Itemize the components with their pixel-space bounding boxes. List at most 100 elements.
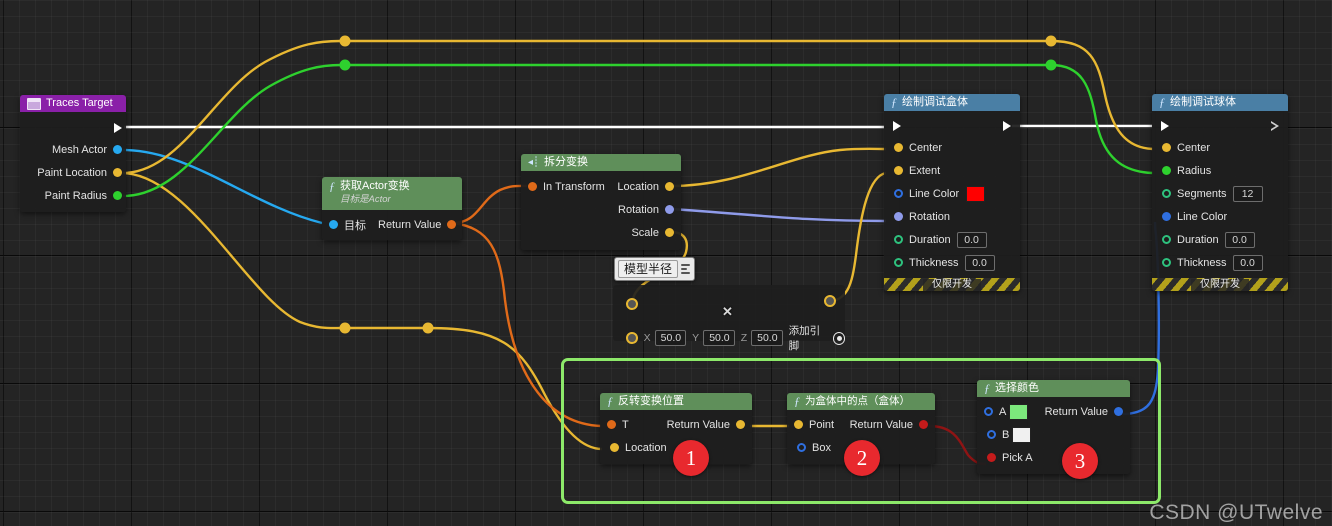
node-get-actor-transform[interactable]: ƒ 获取Actor变换 目标是Actor 目标 Return Value [322, 177, 462, 240]
pin-t[interactable] [607, 420, 616, 429]
pin-row-extent[interactable]: Extent [884, 159, 1020, 182]
value-duration[interactable]: 0.0 [956, 231, 987, 248]
value-line-color-swatch[interactable] [966, 185, 986, 202]
exec-output-row[interactable] [20, 118, 126, 138]
pin-row-paint-radius[interactable]: Paint Radius [20, 184, 126, 207]
node-title-bar: ƒ 选择颜色 [977, 380, 1130, 397]
pin-center[interactable] [1162, 143, 1171, 152]
pin-return-value[interactable] [919, 420, 928, 429]
pin-radius[interactable] [1162, 166, 1171, 175]
reroute-knot-paint-location-top-left[interactable] [339, 35, 351, 47]
pin-segments[interactable] [1162, 189, 1171, 198]
pin-row-duration[interactable]: Duration 0.0 [884, 228, 1020, 251]
pin-duration[interactable] [894, 235, 903, 244]
exec-out-icon[interactable] [1271, 121, 1279, 131]
pin-pick-a[interactable] [987, 453, 996, 462]
pin-thickness[interactable] [894, 258, 903, 267]
pin-rotation[interactable] [894, 212, 903, 221]
pin-in-transform[interactable] [528, 182, 537, 191]
exec-row[interactable] [1152, 116, 1288, 136]
pin-label-a: A [999, 405, 1007, 418]
pin-row-segments[interactable]: Segments 12 [1152, 182, 1288, 205]
value-duration[interactable]: 0.0 [1224, 231, 1255, 248]
pin-point[interactable] [794, 420, 803, 429]
node-draw-debug-box[interactable]: ƒ 绘制调试盒体 Center Extent Line Color Rotati… [884, 94, 1020, 291]
pin-b[interactable] [987, 430, 996, 439]
pin-location[interactable] [665, 182, 674, 191]
pin-row-center[interactable]: Center [1152, 136, 1288, 159]
value-segments[interactable]: 12 [1232, 185, 1263, 202]
pin-line-color[interactable] [894, 189, 903, 198]
node-select-color[interactable]: ƒ 选择颜色 A Return Value B Pick A [977, 380, 1130, 474]
pin-center[interactable] [894, 143, 903, 152]
pin-line-color[interactable] [1162, 212, 1171, 221]
pin-row-target-and-return[interactable]: 目标 Return Value [322, 213, 462, 236]
pin-row-line-color[interactable]: Line Color [1152, 205, 1288, 228]
exec-out-icon[interactable] [114, 123, 122, 133]
pin-make-vector-bottom[interactable] [626, 332, 638, 344]
pin-location[interactable] [610, 443, 619, 452]
pin-row-paint-location[interactable]: Paint Location [20, 161, 126, 184]
pin-row-t-and-return[interactable]: T Return Value [600, 413, 752, 436]
node-draw-debug-sphere[interactable]: ƒ 绘制调试球体 Center Radius Segments 12 Line … [1152, 94, 1288, 291]
value-thickness[interactable]: 0.0 [1232, 254, 1263, 271]
pin-row-thickness[interactable]: Thickness 0.0 [1152, 251, 1288, 274]
pin-row-rotation[interactable]: Rotation [521, 198, 681, 221]
pin-mesh-actor[interactable] [113, 145, 122, 154]
pin-row-center[interactable]: Center [884, 136, 1020, 159]
reroute-knot-paint-location-top-right[interactable] [1045, 35, 1057, 47]
pin-return-value[interactable] [736, 420, 745, 429]
exec-in-icon[interactable] [1161, 121, 1169, 131]
exec-row[interactable] [884, 116, 1020, 136]
reroute-knot-paint-location-bottom-left[interactable] [339, 322, 351, 334]
pin-row-a-and-return[interactable]: A Return Value [977, 400, 1130, 423]
pin-row-scale[interactable]: Scale [521, 221, 681, 244]
pin-row-pick-a[interactable]: Pick A [977, 446, 1130, 469]
pin-paint-location[interactable] [113, 168, 122, 177]
pin-return-value[interactable] [1114, 407, 1123, 416]
pin-duration[interactable] [1162, 235, 1171, 244]
pin-row-line-color[interactable]: Line Color [884, 182, 1020, 205]
blueprint-graph-canvas[interactable]: Traces Target Mesh Actor Paint Location … [0, 0, 1332, 526]
axis-label-z: Z [740, 332, 748, 344]
pin-thickness[interactable] [1162, 258, 1171, 267]
exec-in-icon[interactable] [893, 121, 901, 131]
pin-return-value[interactable] [447, 220, 457, 229]
pin-rotation[interactable] [665, 205, 674, 214]
value-y[interactable]: 50.0 [703, 330, 735, 346]
pin-row-rotation[interactable]: Rotation [884, 205, 1020, 228]
pin-row-point-and-return[interactable]: Point Return Value [787, 413, 935, 436]
add-pin-icon[interactable] [832, 331, 845, 345]
node-traces-target[interactable]: Traces Target Mesh Actor Paint Location … [20, 95, 126, 212]
reroute-knot-paint-radius-top-right[interactable] [1045, 59, 1057, 71]
add-pin-button[interactable]: 添加引脚 [789, 323, 845, 353]
pin-paint-radius[interactable] [113, 191, 122, 200]
pin-box[interactable] [797, 443, 806, 452]
reroute-knot-paint-location-bottom-right[interactable] [422, 322, 434, 334]
pin-row-radius[interactable]: Radius [1152, 159, 1288, 182]
pin-target[interactable] [329, 220, 338, 229]
value-z[interactable]: 50.0 [751, 330, 783, 346]
node-break-transform[interactable]: ◂┊ 拆分变换 In Transform Location Rotation S… [521, 154, 681, 250]
pin-row-mesh-actor[interactable]: Mesh Actor [20, 138, 126, 161]
pin-make-vector-output[interactable] [824, 295, 836, 307]
value-a-swatch[interactable] [1009, 403, 1029, 420]
value-b-swatch[interactable] [1012, 426, 1032, 443]
value-x[interactable]: 50.0 [654, 330, 687, 346]
tooltip-handle-icon [681, 262, 691, 276]
pin-label-rotation: Rotation [909, 210, 950, 223]
pin-extent[interactable] [894, 166, 903, 175]
pin-row-duration[interactable]: Duration 0.0 [1152, 228, 1288, 251]
pin-row-thickness[interactable]: Thickness 0.0 [884, 251, 1020, 274]
pin-row-in-transform-location[interactable]: In Transform Location [521, 175, 681, 198]
pin-make-vector-top[interactable] [626, 298, 638, 310]
exec-out-icon[interactable] [1003, 121, 1011, 131]
value-thickness[interactable]: 0.0 [964, 254, 995, 271]
pin-label-mesh-actor: Mesh Actor [51, 143, 107, 156]
pin-row-b[interactable]: B [977, 423, 1130, 446]
node-title-bar: ƒ 绘制调试盒体 [884, 94, 1020, 111]
pin-a[interactable] [984, 407, 993, 416]
reroute-knot-paint-radius-top-left[interactable] [339, 59, 351, 71]
pin-scale[interactable] [665, 228, 674, 237]
pin-label-target: 目标 [344, 219, 366, 232]
